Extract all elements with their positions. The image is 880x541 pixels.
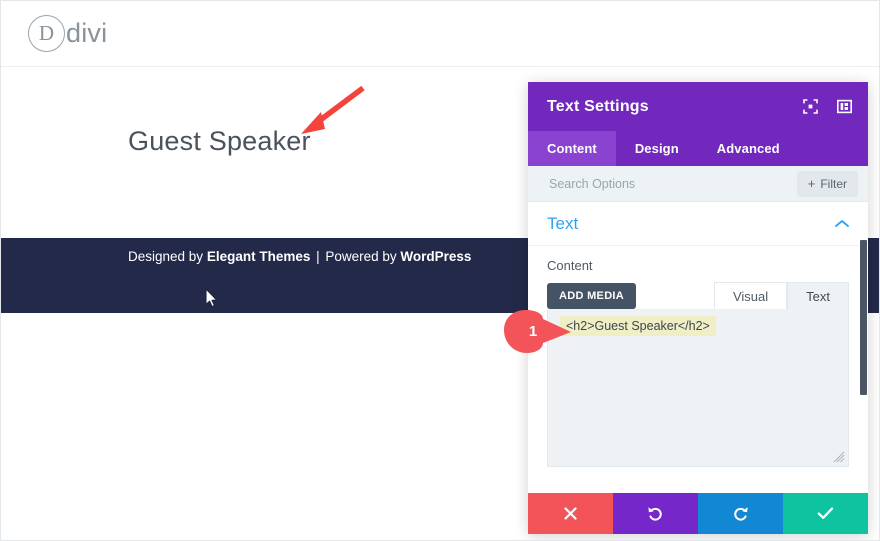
panel-header-actions [803, 99, 852, 114]
search-bar: + Filter [528, 166, 868, 202]
content-code-editor[interactable]: <h2>Guest Speaker</h2> [547, 309, 849, 467]
tab-content[interactable]: Content [528, 131, 616, 166]
panel-scroll-area: Text Content ADD MEDIA Visual Text <h2>G… [528, 202, 868, 493]
cancel-button[interactable] [528, 493, 613, 534]
footer-separator: | [312, 249, 324, 264]
footer-credit-text: Designed by Elegant Themes | Powered by … [128, 249, 471, 264]
save-button[interactable] [783, 493, 868, 534]
editor-mode-tabs: Visual Text [713, 282, 849, 309]
divi-logo-text: divi [66, 17, 108, 48]
editor-tab-visual[interactable]: Visual [713, 282, 788, 309]
textarea-resize-handle[interactable] [833, 451, 845, 463]
content-field: Content ADD MEDIA Visual Text [528, 246, 868, 309]
panel-title: Text Settings [547, 97, 649, 115]
plus-icon: + [807, 176, 816, 191]
editor-toolbar: ADD MEDIA Visual Text [547, 282, 849, 309]
tab-design[interactable]: Design [616, 131, 698, 166]
footer-powered-by: Powered by [325, 249, 401, 264]
panel-layout-icon[interactable] [837, 99, 852, 114]
checkmark-icon [817, 507, 834, 519]
section-header-text[interactable]: Text [528, 202, 868, 246]
code-editor-value: <h2>Guest Speaker</h2> [560, 316, 716, 336]
editor-tab-text[interactable]: Text [787, 282, 849, 309]
focus-target-icon[interactable] [803, 99, 818, 114]
search-options-input[interactable] [547, 175, 797, 192]
section-title: Text [547, 213, 579, 233]
filter-button[interactable]: + Filter [796, 170, 858, 197]
footer-designer-link[interactable]: Elegant Themes [207, 249, 311, 264]
panel-tabs: Content Design Advanced [528, 131, 868, 166]
panel-header: Text Settings [528, 82, 868, 131]
page-heading: Guest Speaker [128, 126, 311, 156]
undo-arrow-icon [648, 507, 662, 521]
add-media-button[interactable]: ADD MEDIA [547, 283, 637, 309]
tab-advanced[interactable]: Advanced [698, 131, 799, 166]
close-x-icon [564, 507, 577, 520]
redo-button[interactable] [698, 493, 783, 534]
divi-logo[interactable]: D divi [28, 14, 108, 52]
footer-designed-by: Designed by [128, 249, 207, 264]
site-header: D divi [0, 0, 880, 67]
panel-footer-actions [528, 493, 868, 534]
filter-button-label: Filter [820, 176, 847, 191]
content-field-label: Content [547, 258, 593, 273]
chevron-up-icon[interactable] [835, 219, 849, 228]
footer-platform-link[interactable]: WordPress [400, 249, 471, 264]
divi-logo-mark: D [28, 14, 65, 52]
redo-arrow-icon [734, 507, 748, 521]
text-settings-panel: Text Settings Content Design Advanced Se… [528, 82, 868, 534]
panel-scrollbar-thumb[interactable] [860, 240, 867, 395]
undo-button[interactable] [613, 493, 698, 534]
panel-scrollbar-track[interactable] [859, 202, 868, 493]
